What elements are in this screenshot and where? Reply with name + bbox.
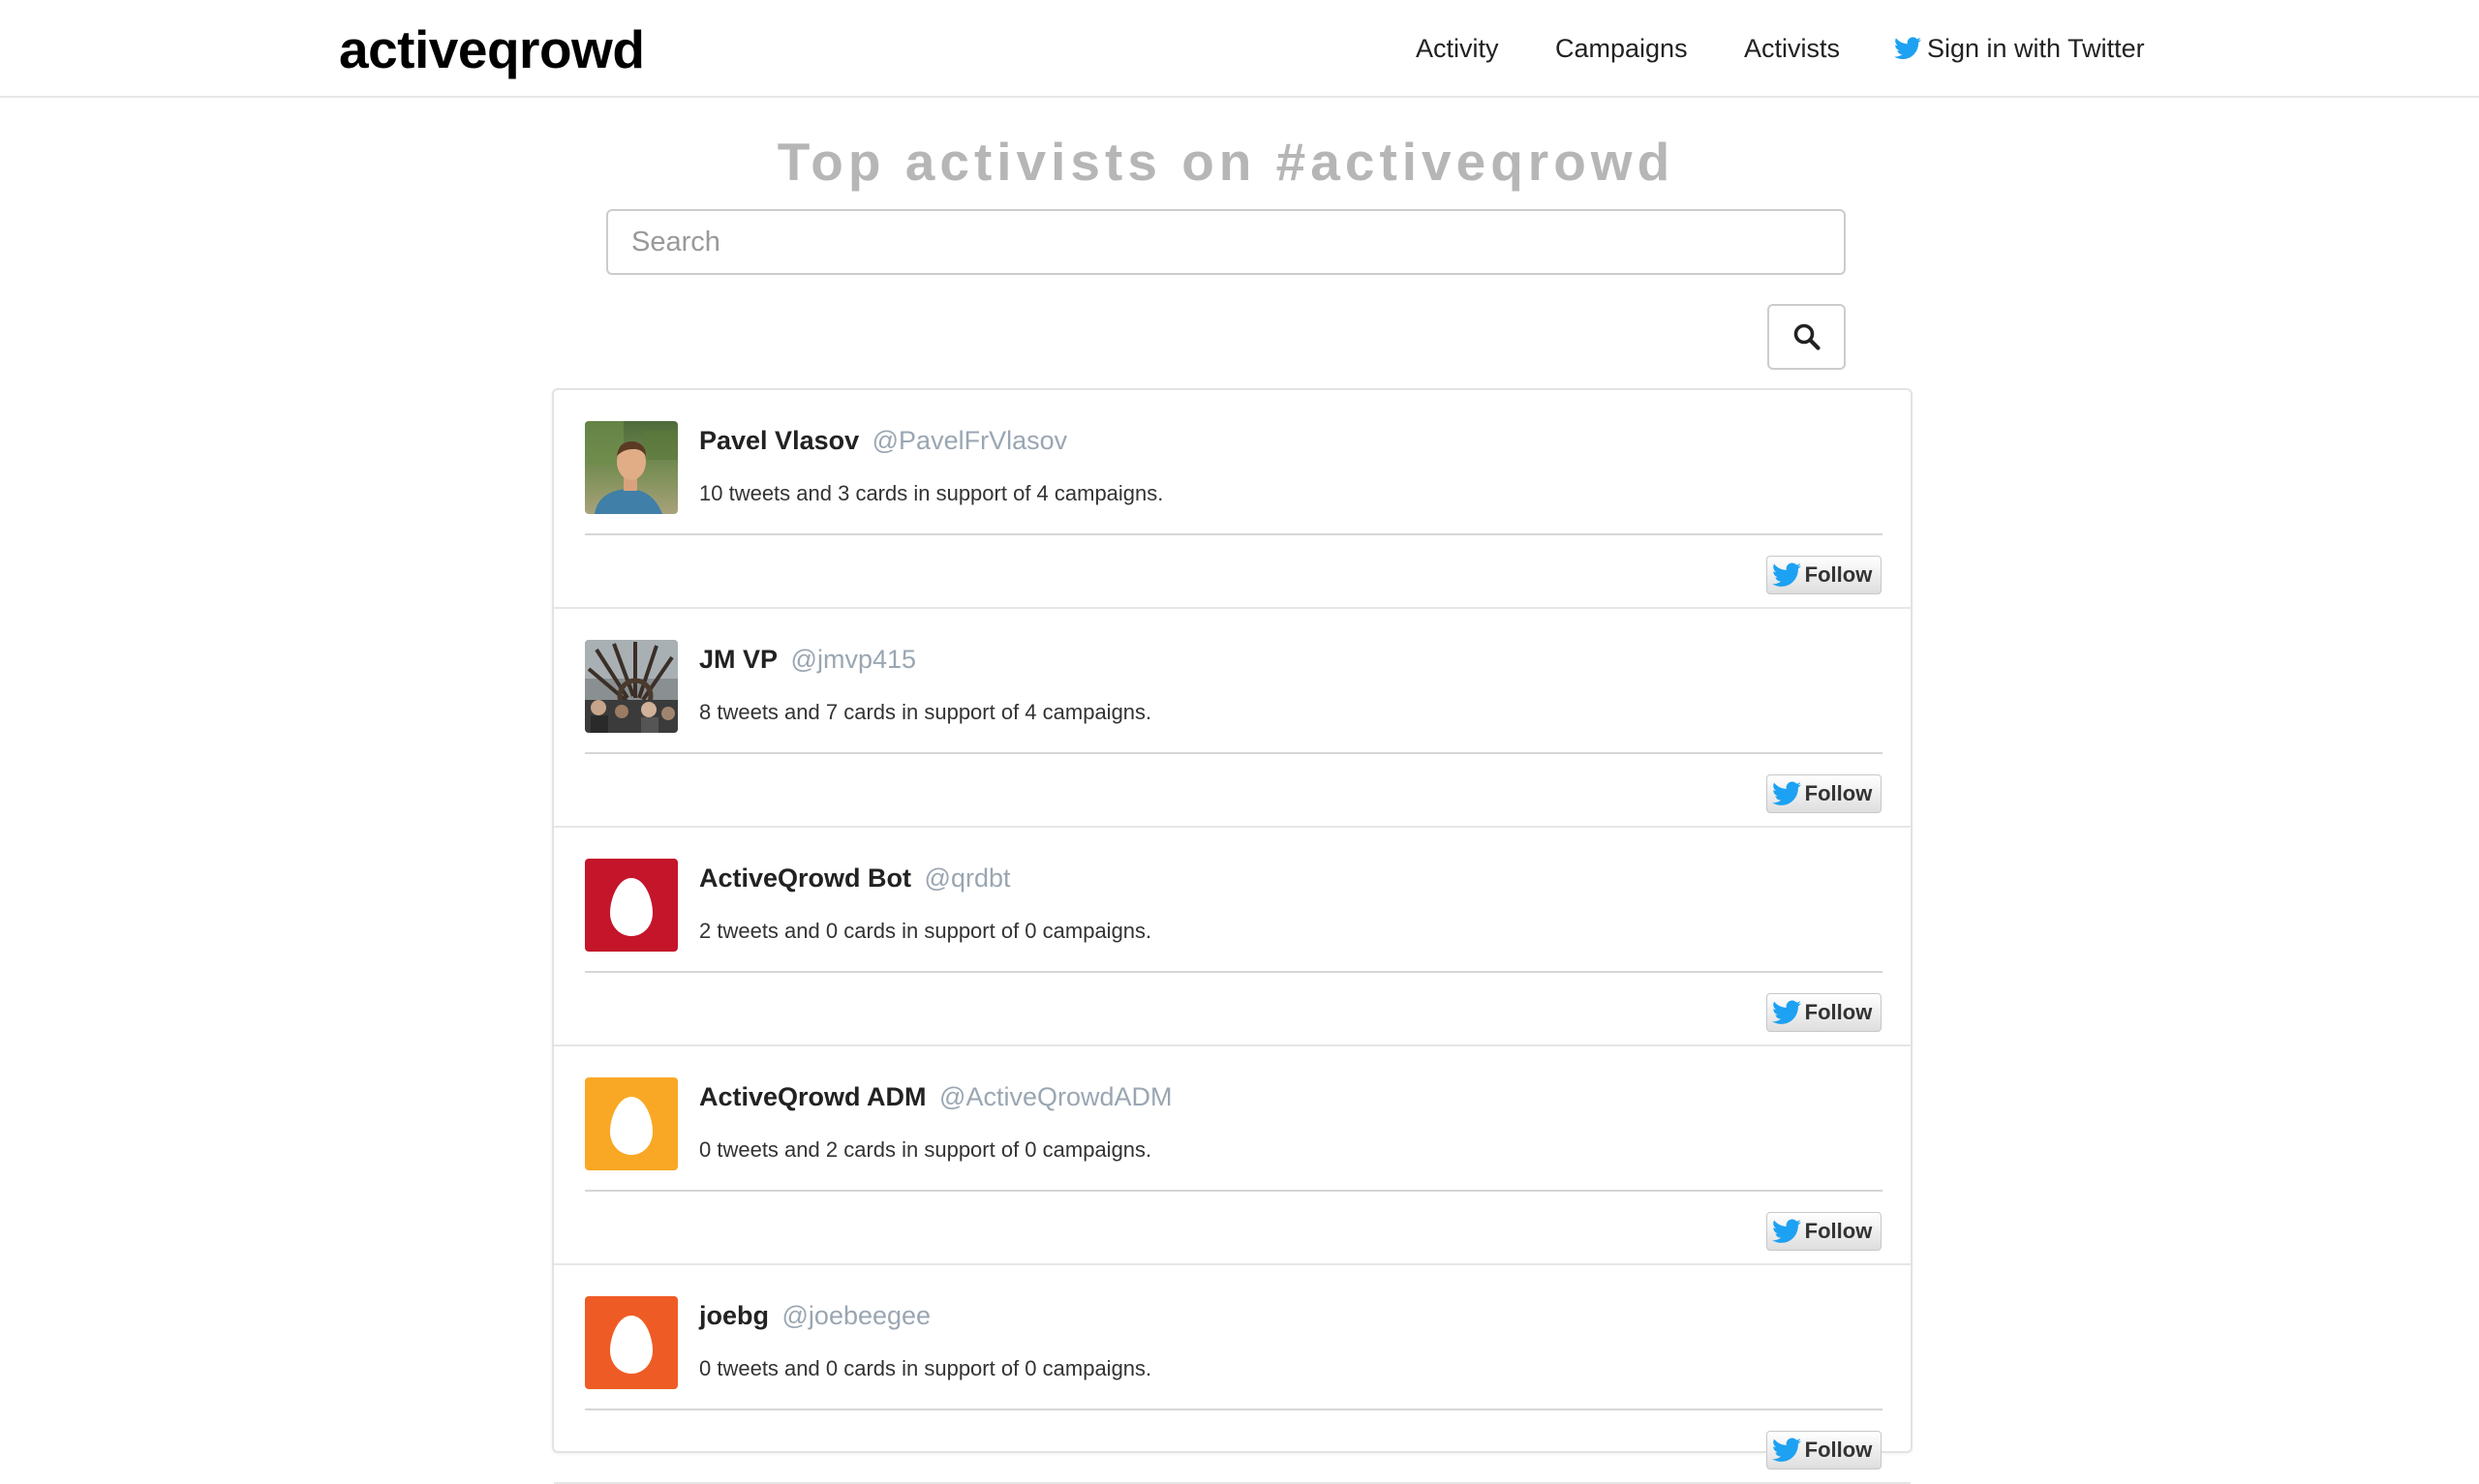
follow-button[interactable]: Follow: [1766, 1431, 1882, 1469]
twitter-bird-icon: [1894, 37, 1921, 60]
crowd-photo: [585, 640, 678, 733]
activist-stats: 2 tweets and 0 cards in support of 0 cam…: [699, 919, 1152, 943]
portrait-photo: [585, 421, 678, 514]
egg-icon: [585, 859, 678, 952]
divider: [585, 971, 1882, 973]
sign-in-with-twitter-link[interactable]: Sign in with Twitter: [1894, 27, 2145, 70]
activist-name-line: joebg @joebeegee: [699, 1298, 931, 1333]
top-navbar: activeqrowd Activity Campaigns Activists…: [0, 0, 2479, 98]
follow-button[interactable]: Follow: [1766, 993, 1882, 1032]
activist-name[interactable]: ActiveQrowd Bot: [699, 863, 911, 893]
activist-stats: 10 tweets and 3 cards in support of 4 ca…: [699, 481, 1164, 505]
activist-item: JM VP @jmvp415 8 tweets and 7 cards in s…: [554, 609, 1911, 828]
follow-label: Follow: [1804, 1438, 1873, 1462]
activist-handle[interactable]: @ActiveQrowdADM: [939, 1082, 1172, 1111]
nav-link-campaigns[interactable]: Campaigns: [1555, 27, 1688, 70]
avatar[interactable]: [585, 640, 678, 733]
divider: [585, 533, 1882, 535]
activist-name-line: ActiveQrowd Bot @qrdbt: [699, 861, 1011, 895]
activist-name[interactable]: ActiveQrowd ADM: [699, 1082, 927, 1111]
twitter-bird-icon: [1771, 1219, 1801, 1243]
activist-item: ActiveQrowd ADM @ActiveQrowdADM 0 tweets…: [554, 1046, 1911, 1265]
twitter-bird-icon: [1771, 1438, 1801, 1462]
activist-stats: 0 tweets and 2 cards in support of 0 cam…: [699, 1137, 1152, 1162]
activist-handle[interactable]: @qrdbt: [925, 863, 1011, 893]
divider: [585, 1190, 1882, 1192]
twitter-bird-icon: [1771, 781, 1801, 805]
follow-label: Follow: [1804, 562, 1873, 587]
activist-name-line: JM VP @jmvp415: [699, 642, 916, 677]
activist-name[interactable]: joebg: [699, 1301, 769, 1330]
activist-name[interactable]: JM VP: [699, 645, 778, 674]
activist-name[interactable]: Pavel Vlasov: [699, 426, 859, 455]
egg-icon: [585, 1296, 678, 1389]
magnifier-icon: [1793, 323, 1821, 350]
nav-links: Activity Campaigns Activists Sign in wit…: [0, 27, 2479, 70]
search-button[interactable]: [1767, 304, 1846, 370]
follow-label: Follow: [1804, 1219, 1873, 1243]
activist-stats: 8 tweets and 7 cards in support of 4 cam…: [699, 700, 1152, 724]
activist-stats: 0 tweets and 0 cards in support of 0 cam…: [699, 1356, 1152, 1380]
avatar[interactable]: [585, 859, 678, 952]
divider: [585, 1408, 1882, 1410]
page-heading: Top activists on #activeqrowd: [777, 132, 1675, 192]
avatar[interactable]: [585, 421, 678, 514]
nav-link-activists[interactable]: Activists: [1744, 27, 1840, 70]
follow-button[interactable]: Follow: [1766, 556, 1882, 594]
nav-link-activity[interactable]: Activity: [1416, 27, 1499, 70]
follow-button[interactable]: Follow: [1766, 1212, 1882, 1251]
divider: [585, 752, 1882, 754]
activist-handle[interactable]: @joebeegee: [782, 1301, 932, 1330]
egg-icon: [585, 1077, 678, 1170]
activist-item: Pavel Vlasov @PavelFrVlasov 10 tweets an…: [554, 390, 1911, 609]
activist-list: Pavel Vlasov @PavelFrVlasov 10 tweets an…: [552, 388, 1913, 1484]
twitter-bird-icon: [1771, 562, 1801, 587]
activist-name-line: Pavel Vlasov @PavelFrVlasov: [699, 423, 1067, 458]
activist-handle[interactable]: @jmvp415: [791, 645, 916, 674]
follow-label: Follow: [1804, 781, 1873, 805]
activist-item: ActiveQrowd Bot @qrdbt 2 tweets and 0 ca…: [554, 828, 1911, 1046]
twitter-bird-icon: [1771, 1000, 1801, 1024]
search-input[interactable]: [606, 209, 1846, 275]
activist-item: joebg @joebeegee 0 tweets and 0 cards in…: [554, 1265, 1911, 1484]
avatar[interactable]: [585, 1077, 678, 1170]
activist-name-line: ActiveQrowd ADM @ActiveQrowdADM: [699, 1079, 1173, 1114]
avatar[interactable]: [585, 1296, 678, 1389]
sign-in-label: Sign in with Twitter: [1927, 34, 2145, 63]
follow-label: Follow: [1804, 1000, 1873, 1024]
activist-handle[interactable]: @PavelFrVlasov: [872, 426, 1067, 455]
follow-button[interactable]: Follow: [1766, 774, 1882, 813]
